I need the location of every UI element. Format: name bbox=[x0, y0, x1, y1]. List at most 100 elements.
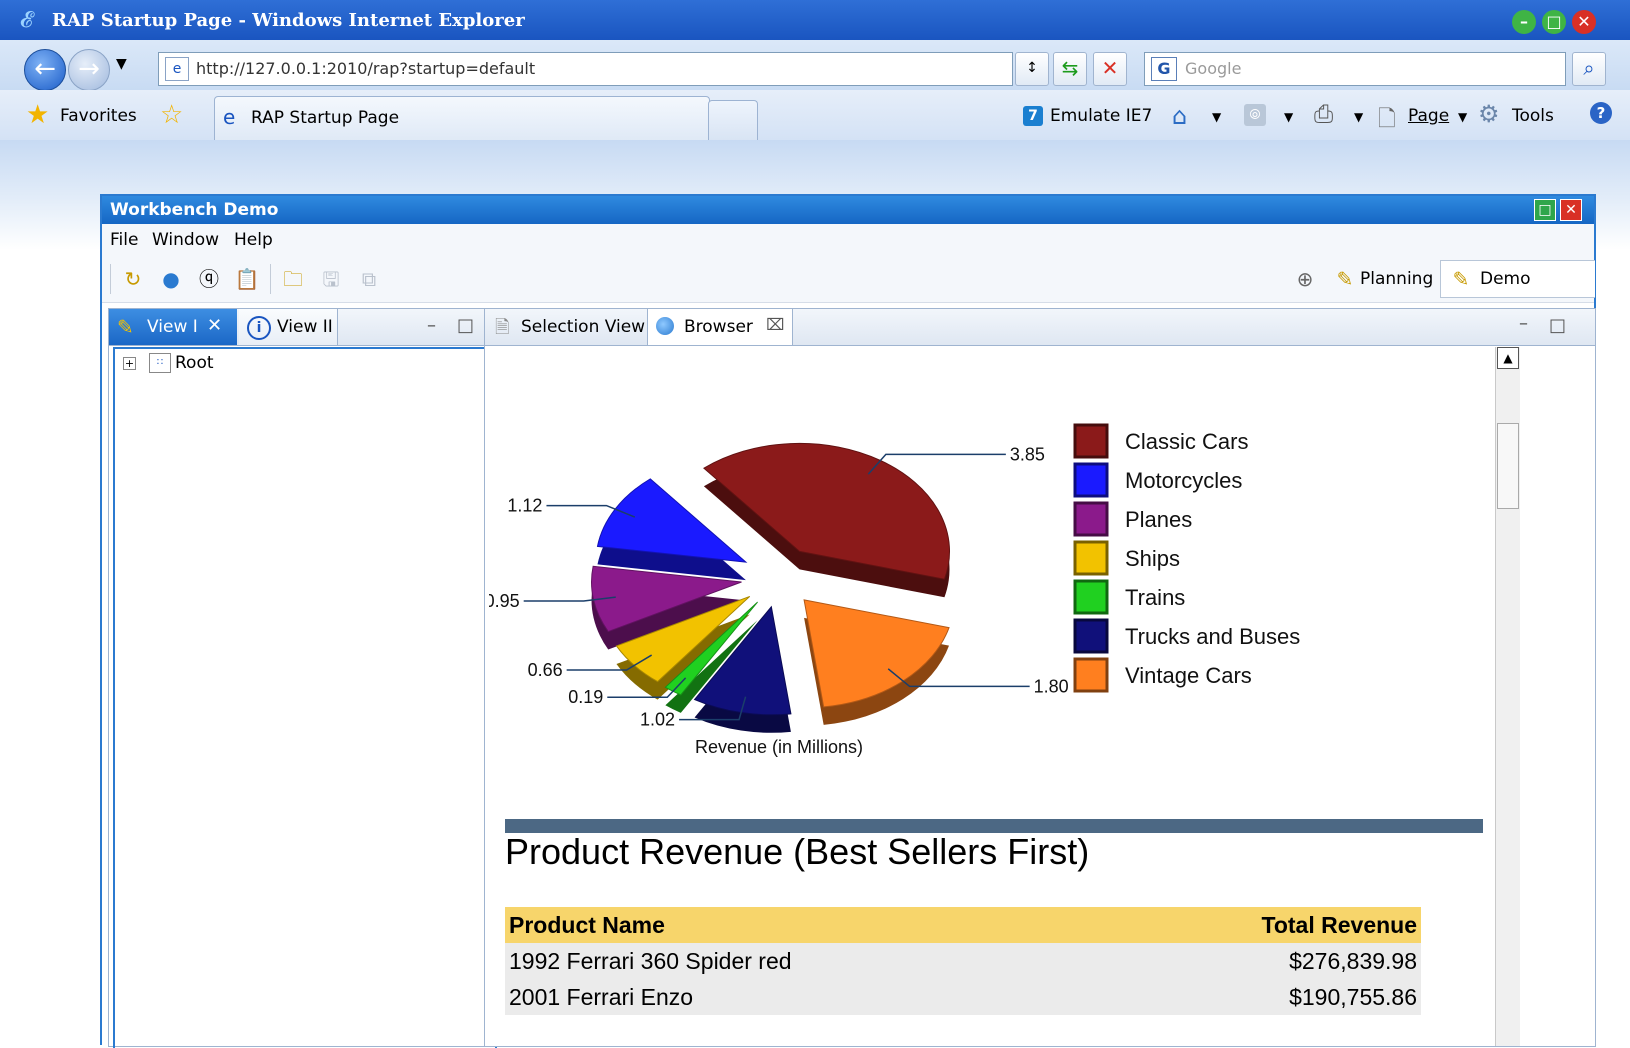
save-icon[interactable]: 🖫 bbox=[318, 266, 344, 292]
browser-titlebar: 𝓔 RAP Startup Page - Windows Internet Ex… bbox=[0, 0, 1630, 40]
revenue-cell: $190,755.86 bbox=[1289, 984, 1417, 1010]
favorites-button[interactable]: Favorites bbox=[60, 106, 137, 126]
print-icon[interactable]: ⎙ bbox=[1314, 100, 1333, 128]
column-header-revenue: Total Revenue bbox=[1261, 912, 1418, 938]
menu-help[interactable]: Help bbox=[234, 230, 273, 250]
revenue-pie-chart: 1.12 0.95 0.660.19 1.02 1.80 3.85 Revenue (in … bbox=[489, 423, 1300, 757]
tools-menu-button[interactable]: Tools bbox=[1512, 106, 1554, 126]
tab-view-2[interactable]: i View II bbox=[239, 309, 338, 345]
tree-expand-icon[interactable]: + bbox=[123, 357, 136, 370]
page-menu-button[interactable]: Page bbox=[1408, 106, 1449, 126]
globe-icon[interactable]: ● bbox=[158, 266, 184, 292]
clipboard-icon[interactable]: 📋 bbox=[234, 266, 260, 292]
page-dropdown-icon[interactable]: ▼ bbox=[1458, 110, 1467, 124]
emulate-ie7-button[interactable]: Emulate IE7 bbox=[1050, 106, 1152, 126]
close-tab-icon[interactable]: ✕ bbox=[207, 315, 222, 336]
planning-perspective-icon: ✎ bbox=[1336, 267, 1354, 291]
scroll-thumb[interactable] bbox=[1497, 423, 1519, 509]
new-folder-icon[interactable]: 🗀 bbox=[280, 266, 306, 292]
table-row: 2001 Ferrari Enzo $190,755.86 bbox=[505, 979, 1421, 1015]
maximize-button[interactable]: □ bbox=[1542, 10, 1566, 34]
workbench-maximize-button[interactable]: □ bbox=[1534, 199, 1556, 221]
legend-swatch bbox=[1073, 540, 1109, 576]
forward-button[interactable]: → bbox=[68, 49, 110, 91]
refresh-button[interactable]: ⇆ bbox=[1053, 52, 1087, 86]
open-perspective-icon[interactable]: ⊕ bbox=[1292, 266, 1318, 292]
tree-node-icon: ∷ bbox=[149, 353, 171, 373]
address-bar[interactable]: e http://127.0.0.1:2010/rap?startup=defa… bbox=[158, 52, 1013, 86]
page-menu-icon: 🗋 bbox=[1378, 107, 1396, 132]
browser-tab-title: RAP Startup Page bbox=[251, 108, 400, 128]
data-label: 0.19 bbox=[568, 687, 603, 707]
legend-label: Trucks and Buses bbox=[1125, 624, 1300, 649]
emulate-ie7-icon: 7 bbox=[1023, 106, 1043, 126]
legend-label: Ships bbox=[1125, 546, 1180, 571]
home-icon[interactable]: ⌂ bbox=[1172, 102, 1187, 130]
search-button[interactable]: ⌕ bbox=[1572, 52, 1606, 86]
tree-root-label[interactable]: Root bbox=[175, 353, 214, 373]
data-label: 3.85 bbox=[1010, 444, 1045, 464]
help-icon[interactable]: ? bbox=[1590, 102, 1612, 124]
compatibility-dropdown-button[interactable]: ↕ bbox=[1015, 52, 1049, 86]
tree-panel: + ∷ Root bbox=[113, 347, 497, 1048]
data-label: 1.80 bbox=[1034, 676, 1069, 696]
tab-view-1[interactable]: ✎ View I ✕ bbox=[109, 309, 237, 345]
stop-button[interactable]: ✕ bbox=[1093, 52, 1127, 86]
left-view-panel: ✎ View I ✕ i View II – □ + ∷ Root bbox=[108, 308, 500, 1048]
product-name-cell: 2001 Ferrari Enzo bbox=[509, 984, 694, 1010]
tab-selection-view[interactable]: 🗎 Selection View bbox=[485, 309, 648, 345]
legend-label: Planes bbox=[1125, 507, 1192, 532]
print-dropdown-icon[interactable]: ▼ bbox=[1354, 110, 1363, 124]
minimize-right-view-icon[interactable]: – bbox=[1519, 313, 1528, 334]
right-view-panel: 🗎 Selection View Browser ⌧ – □ 1.12 0.95 0… bbox=[484, 308, 1596, 1047]
workbench-close-button[interactable]: ✕ bbox=[1560, 199, 1582, 221]
help-circle-icon[interactable]: ⓠ bbox=[196, 266, 222, 292]
close-browser-tab-icon[interactable]: ⌧ bbox=[766, 315, 784, 334]
recent-pages-dropdown-icon[interactable]: ▼ bbox=[116, 56, 127, 72]
new-tab-button[interactable] bbox=[708, 100, 758, 141]
tab-view-1-label: View I bbox=[147, 317, 198, 337]
feeds-dropdown-icon[interactable]: ▼ bbox=[1284, 110, 1293, 124]
legend-swatch bbox=[1073, 501, 1109, 537]
search-input[interactable]: G Google bbox=[1144, 52, 1566, 86]
google-icon: G bbox=[1151, 57, 1177, 81]
right-tabbar: 🗎 Selection View Browser ⌧ – □ bbox=[485, 309, 1595, 346]
report-title: Product Revenue (Best Sellers First) bbox=[505, 831, 1090, 872]
close-window-button[interactable]: ✕ bbox=[1572, 10, 1596, 34]
revenue-cell: $276,839.98 bbox=[1289, 948, 1417, 974]
workbench-titlebar: Workbench Demo bbox=[102, 196, 1594, 224]
data-label: 1.02 bbox=[640, 710, 675, 730]
legend-label: Trains bbox=[1125, 585, 1185, 610]
document-icon: 🗎 bbox=[495, 317, 510, 338]
legend-swatch bbox=[1073, 657, 1109, 693]
scroll-up-arrow[interactable]: ▲ bbox=[1497, 347, 1519, 369]
home-dropdown-icon[interactable]: ▼ bbox=[1212, 110, 1221, 124]
maximize-right-view-icon[interactable]: □ bbox=[1549, 315, 1566, 336]
workbench-menubar: File Window Help bbox=[102, 224, 1594, 256]
perspective-demo[interactable]: Demo bbox=[1480, 269, 1531, 289]
maximize-view-icon[interactable]: □ bbox=[457, 315, 474, 336]
back-button[interactable]: ← bbox=[24, 49, 66, 91]
menu-file[interactable]: File bbox=[110, 230, 138, 250]
legend-swatch bbox=[1073, 579, 1109, 615]
perspective-planning[interactable]: Planning bbox=[1360, 269, 1433, 289]
url-text[interactable]: http://127.0.0.1:2010/rap?startup=defaul… bbox=[196, 59, 535, 78]
refresh-arrows-icon[interactable]: ↻ bbox=[120, 266, 146, 292]
menu-window[interactable]: Window bbox=[152, 230, 219, 250]
browser-window-title: RAP Startup Page - Windows Internet Expl… bbox=[52, 10, 525, 31]
browser-tab[interactable]: e RAP Startup Page bbox=[214, 96, 710, 141]
add-favorites-icon[interactable]: ☆ bbox=[160, 100, 183, 130]
tab-browser[interactable]: Browser ⌧ bbox=[648, 309, 793, 345]
tools-gear-icon: ⚙ bbox=[1478, 100, 1500, 128]
minimize-button[interactable]: – bbox=[1512, 10, 1536, 34]
legend-swatch bbox=[1073, 462, 1109, 498]
browser-view-content: 1.12 0.95 0.66 0.19 1.02 1.80 3.85 Revenue (in … bbox=[489, 347, 1589, 1046]
legend-swatch bbox=[1073, 618, 1109, 654]
vertical-scrollbar[interactable]: ▲ bbox=[1495, 347, 1520, 1046]
tab-selection-view-label: Selection View bbox=[521, 317, 646, 337]
minimize-view-icon[interactable]: – bbox=[427, 315, 436, 336]
save-all-icon[interactable]: ⧉ bbox=[356, 266, 382, 292]
legend-swatch bbox=[1073, 423, 1109, 459]
view1-icon: ✎ bbox=[117, 315, 134, 339]
feeds-icon[interactable]: ⦾ bbox=[1244, 104, 1266, 126]
